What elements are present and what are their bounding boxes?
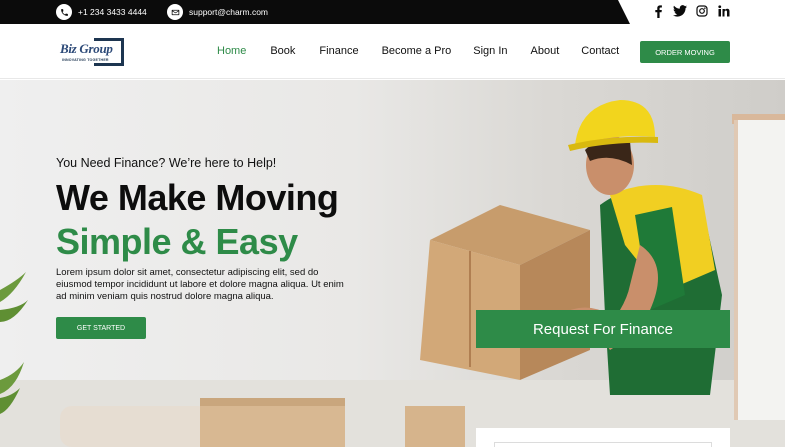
nav-menu: Home Book Finance Become a Pro Sign In A… bbox=[217, 45, 619, 57]
mover-illustration bbox=[420, 100, 722, 395]
mail-icon bbox=[167, 4, 183, 20]
hero-section: You Need Finance? We’re here to Help! We… bbox=[0, 80, 785, 447]
nav-item-about[interactable]: About bbox=[531, 45, 560, 57]
hero-headline: We Make Moving bbox=[56, 177, 339, 218]
nav-item-book[interactable]: Book bbox=[270, 45, 295, 57]
nav-item-home[interactable]: Home bbox=[217, 45, 246, 57]
logo-tagline: INNOVATING TOGETHER bbox=[62, 58, 109, 62]
phone-icon bbox=[56, 4, 72, 20]
hero-description: Lorem ipsum dolor sit amet, consectetur … bbox=[56, 267, 344, 302]
nav-item-contact[interactable]: Contact bbox=[581, 45, 619, 57]
main-navigation: Biz Group INNOVATING TOGETHER Home Book … bbox=[0, 24, 785, 79]
order-moving-button[interactable]: ORDER MOVING bbox=[640, 41, 730, 63]
phone-number: +1 234 3433 4444 bbox=[78, 7, 147, 17]
biz-group-logo[interactable]: Biz Group INNOVATING TOGETHER bbox=[60, 38, 124, 66]
facebook-icon[interactable] bbox=[651, 4, 665, 18]
hero-eyebrow: You Need Finance? We’re here to Help! bbox=[56, 156, 277, 170]
floor-boxes bbox=[60, 398, 465, 447]
twitter-icon[interactable] bbox=[673, 4, 687, 18]
email-address: support@charm.com bbox=[189, 7, 269, 17]
email-contact[interactable]: support@charm.com bbox=[167, 4, 268, 20]
hero-headline-accent: Simple & Easy bbox=[56, 221, 298, 262]
request-form-field[interactable] bbox=[494, 442, 712, 447]
instagram-icon[interactable] bbox=[695, 4, 709, 18]
nav-item-become-a-pro[interactable]: Become a Pro bbox=[382, 45, 452, 57]
top-bar: +1 234 3433 4444 support@charm.com bbox=[0, 0, 785, 24]
nav-item-sign-in[interactable]: Sign In bbox=[473, 45, 507, 57]
linkedin-icon[interactable] bbox=[717, 4, 731, 18]
logo-wordmark: Biz Group bbox=[60, 41, 113, 56]
door-backdrop bbox=[734, 120, 785, 420]
phone-contact[interactable]: +1 234 3433 4444 bbox=[56, 4, 147, 20]
nav-item-finance[interactable]: Finance bbox=[319, 45, 358, 57]
social-links bbox=[651, 4, 731, 18]
request-for-finance-heading: Request For Finance bbox=[476, 310, 730, 348]
get-started-button[interactable]: GET STARTED bbox=[56, 317, 146, 339]
